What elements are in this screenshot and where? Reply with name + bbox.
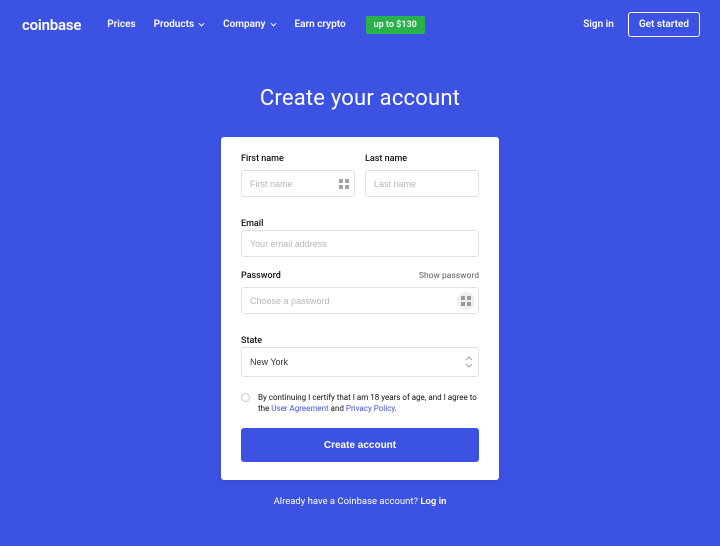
nav-earn-crypto[interactable]: Earn crypto <box>295 19 346 30</box>
chevron-down-icon <box>198 21 205 28</box>
password-input[interactable] <box>241 287 479 314</box>
consent-row: By continuing I certify that I am 18 yea… <box>241 392 479 414</box>
autofill-icon <box>339 179 349 189</box>
email-label: Email <box>241 219 263 229</box>
signup-card: First name Last name Email Password Show… <box>221 137 499 480</box>
password-autofill-icon[interactable] <box>457 292 475 310</box>
create-account-button[interactable]: Create account <box>241 428 479 462</box>
consent-checkbox[interactable] <box>241 393 250 402</box>
password-label: Password <box>241 271 281 281</box>
nav-products[interactable]: Products <box>154 19 205 30</box>
consent-period: . <box>395 404 397 413</box>
nav-company[interactable]: Company <box>223 19 276 30</box>
first-name-input[interactable] <box>241 170 355 197</box>
earn-badge[interactable]: up to $130 <box>366 16 425 34</box>
logo[interactable]: coinbase <box>22 16 81 34</box>
autofill-icon <box>461 296 471 306</box>
privacy-policy-link[interactable]: Privacy Policy <box>346 404 395 413</box>
nav-links: Prices Products Company Earn crypto up t… <box>107 16 424 34</box>
login-link[interactable]: Log in <box>420 496 446 507</box>
nav-company-label: Company <box>223 19 265 30</box>
consent-text: By continuing I certify that I am 18 yea… <box>258 392 479 414</box>
page-title: Create your account <box>0 86 720 111</box>
state-label: State <box>241 336 262 346</box>
signin-link[interactable]: Sign in <box>583 19 614 30</box>
top-nav: coinbase Prices Products Company Earn cr… <box>0 0 720 38</box>
state-select[interactable]: New York <box>241 347 479 377</box>
footer-already: Already have a Coinbase account? <box>274 496 421 507</box>
user-agreement-link[interactable]: User Agreement <box>271 404 328 413</box>
last-name-label: Last name <box>365 154 479 164</box>
get-started-button[interactable]: Get started <box>628 12 700 37</box>
show-password-link[interactable]: Show password <box>419 271 479 281</box>
nav-products-label: Products <box>154 19 194 30</box>
first-name-label: First name <box>241 154 355 164</box>
email-input[interactable] <box>241 230 479 257</box>
nav-right: Sign in Get started <box>583 12 700 37</box>
consent-and: and <box>329 404 346 413</box>
last-name-input[interactable] <box>365 170 479 197</box>
footer: Already have a Coinbase account? Log in <box>0 496 720 507</box>
nav-prices[interactable]: Prices <box>107 19 135 30</box>
chevron-down-icon <box>270 21 277 28</box>
